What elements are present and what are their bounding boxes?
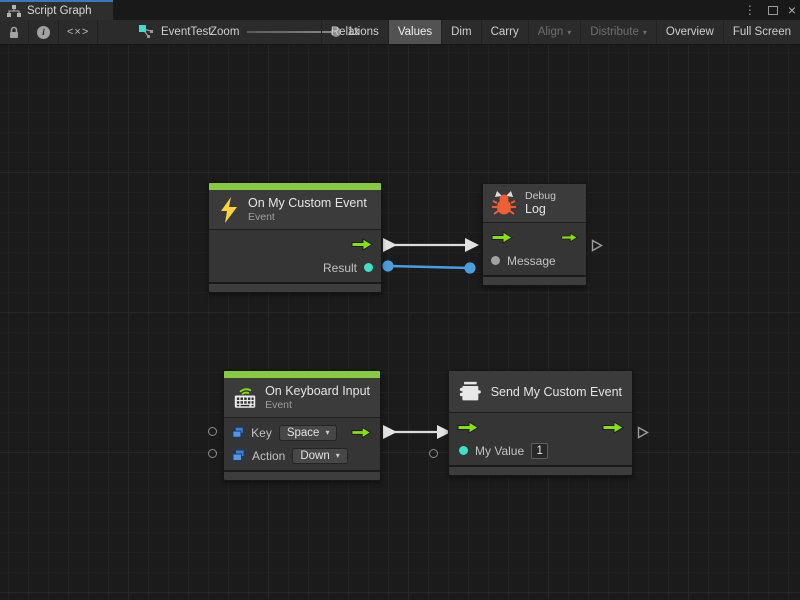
info-icon: i bbox=[37, 26, 50, 39]
maximize-icon[interactable] bbox=[768, 6, 778, 15]
bug-icon bbox=[492, 190, 516, 216]
key-dropdown[interactable]: Space ▾ bbox=[279, 425, 338, 441]
lock-button[interactable] bbox=[0, 20, 29, 44]
node-title: Log bbox=[525, 202, 556, 216]
chevron-down-icon: ▾ bbox=[325, 428, 329, 437]
connection-control-flow-2[interactable] bbox=[383, 425, 451, 439]
info-button[interactable]: i bbox=[29, 20, 59, 44]
node-on-keyboard-input[interactable]: On Keyboard Input Event Key Space ▾ bbox=[223, 370, 381, 481]
flow-input-port[interactable] bbox=[491, 231, 513, 244]
values-button[interactable]: Values bbox=[388, 20, 441, 44]
carry-button[interactable]: Carry bbox=[481, 20, 528, 44]
connection-value-result-to-message[interactable] bbox=[382, 260, 475, 273]
graph-name: EventTest bbox=[161, 26, 212, 38]
value-input-port[interactable] bbox=[491, 256, 500, 265]
port-label-key: Key bbox=[251, 426, 272, 440]
node-title: On My Custom Event bbox=[248, 196, 367, 210]
flow-input-port[interactable] bbox=[457, 421, 479, 434]
graph-hierarchy-icon bbox=[7, 5, 21, 17]
value-input-port[interactable] bbox=[459, 446, 468, 455]
tab-title: Script Graph bbox=[27, 5, 92, 17]
connections-layer bbox=[0, 45, 800, 600]
node-footer bbox=[483, 275, 586, 285]
node-footer bbox=[209, 282, 381, 292]
node-kicker: Debug bbox=[525, 190, 556, 202]
port-label-result: Result bbox=[323, 261, 357, 275]
connection-control-flow-1[interactable] bbox=[383, 238, 479, 252]
unconnected-input-port[interactable] bbox=[208, 427, 217, 436]
dim-button[interactable]: Dim bbox=[441, 20, 480, 44]
unconnected-flow-indicator bbox=[637, 426, 649, 439]
code-icon: <×> bbox=[67, 26, 89, 38]
value-output-port[interactable] bbox=[364, 263, 373, 272]
flow-output-port[interactable] bbox=[351, 238, 373, 251]
port-label-my-value: My Value bbox=[475, 444, 524, 458]
keycode-type-icon bbox=[232, 426, 244, 439]
flow-output-port[interactable] bbox=[602, 421, 624, 434]
lightning-icon bbox=[219, 197, 239, 223]
action-type-icon bbox=[232, 449, 245, 462]
align-dropdown[interactable]: Align ▾ bbox=[528, 20, 581, 44]
port-label-message: Message bbox=[507, 254, 556, 268]
graph-canvas[interactable]: On My Custom Event Event Result bbox=[0, 45, 800, 600]
close-icon[interactable]: × bbox=[788, 0, 796, 20]
action-dropdown[interactable]: Down ▾ bbox=[292, 448, 347, 464]
chevron-down-icon: ▾ bbox=[567, 28, 571, 37]
unconnected-input-port[interactable] bbox=[429, 449, 438, 458]
custom-event-machine-icon bbox=[459, 379, 482, 404]
lock-icon bbox=[8, 26, 20, 39]
chevron-down-icon: ▾ bbox=[643, 28, 647, 37]
tab-script-graph[interactable]: Script Graph bbox=[0, 0, 113, 20]
script-graph-icon bbox=[139, 25, 154, 39]
port-label-action: Action bbox=[252, 449, 285, 463]
node-send-my-custom-event[interactable]: Send My Custom Event My Value 1 bbox=[448, 370, 633, 476]
unconnected-input-port[interactable] bbox=[208, 449, 217, 458]
graph-toolbar: i <×> EventTest Zoom 1x Relations Values… bbox=[0, 20, 800, 45]
flow-output-port[interactable] bbox=[351, 426, 372, 439]
node-subtitle: Event bbox=[248, 211, 367, 223]
relations-button[interactable]: Relations bbox=[321, 20, 388, 44]
distribute-dropdown[interactable]: Distribute ▾ bbox=[580, 20, 656, 44]
title-bar: Script Graph ⋮ × bbox=[0, 0, 800, 20]
flow-output-port[interactable] bbox=[561, 231, 578, 244]
overview-button[interactable]: Overview bbox=[656, 20, 723, 44]
code-preview-button[interactable]: <×> bbox=[59, 20, 98, 44]
fullscreen-button[interactable]: Full Screen bbox=[723, 20, 800, 44]
window-menu-icon[interactable]: ⋮ bbox=[742, 0, 758, 20]
event-accent-bar bbox=[209, 183, 381, 190]
node-title: On Keyboard Input bbox=[265, 384, 370, 398]
my-value-input[interactable]: 1 bbox=[531, 443, 548, 459]
node-footer bbox=[449, 465, 632, 475]
node-on-my-custom-event[interactable]: On My Custom Event Event Result bbox=[208, 182, 382, 293]
node-subtitle: Event bbox=[265, 399, 370, 411]
node-debug-log[interactable]: Debug Log Message bbox=[482, 183, 587, 286]
zoom-label: Zoom bbox=[210, 26, 239, 38]
node-title: Send My Custom Event bbox=[491, 385, 622, 399]
unconnected-flow-indicator bbox=[591, 239, 603, 252]
event-accent-bar bbox=[224, 371, 380, 378]
keyboard-icon bbox=[234, 384, 256, 411]
node-footer bbox=[224, 470, 380, 480]
chevron-down-icon: ▾ bbox=[336, 451, 340, 460]
